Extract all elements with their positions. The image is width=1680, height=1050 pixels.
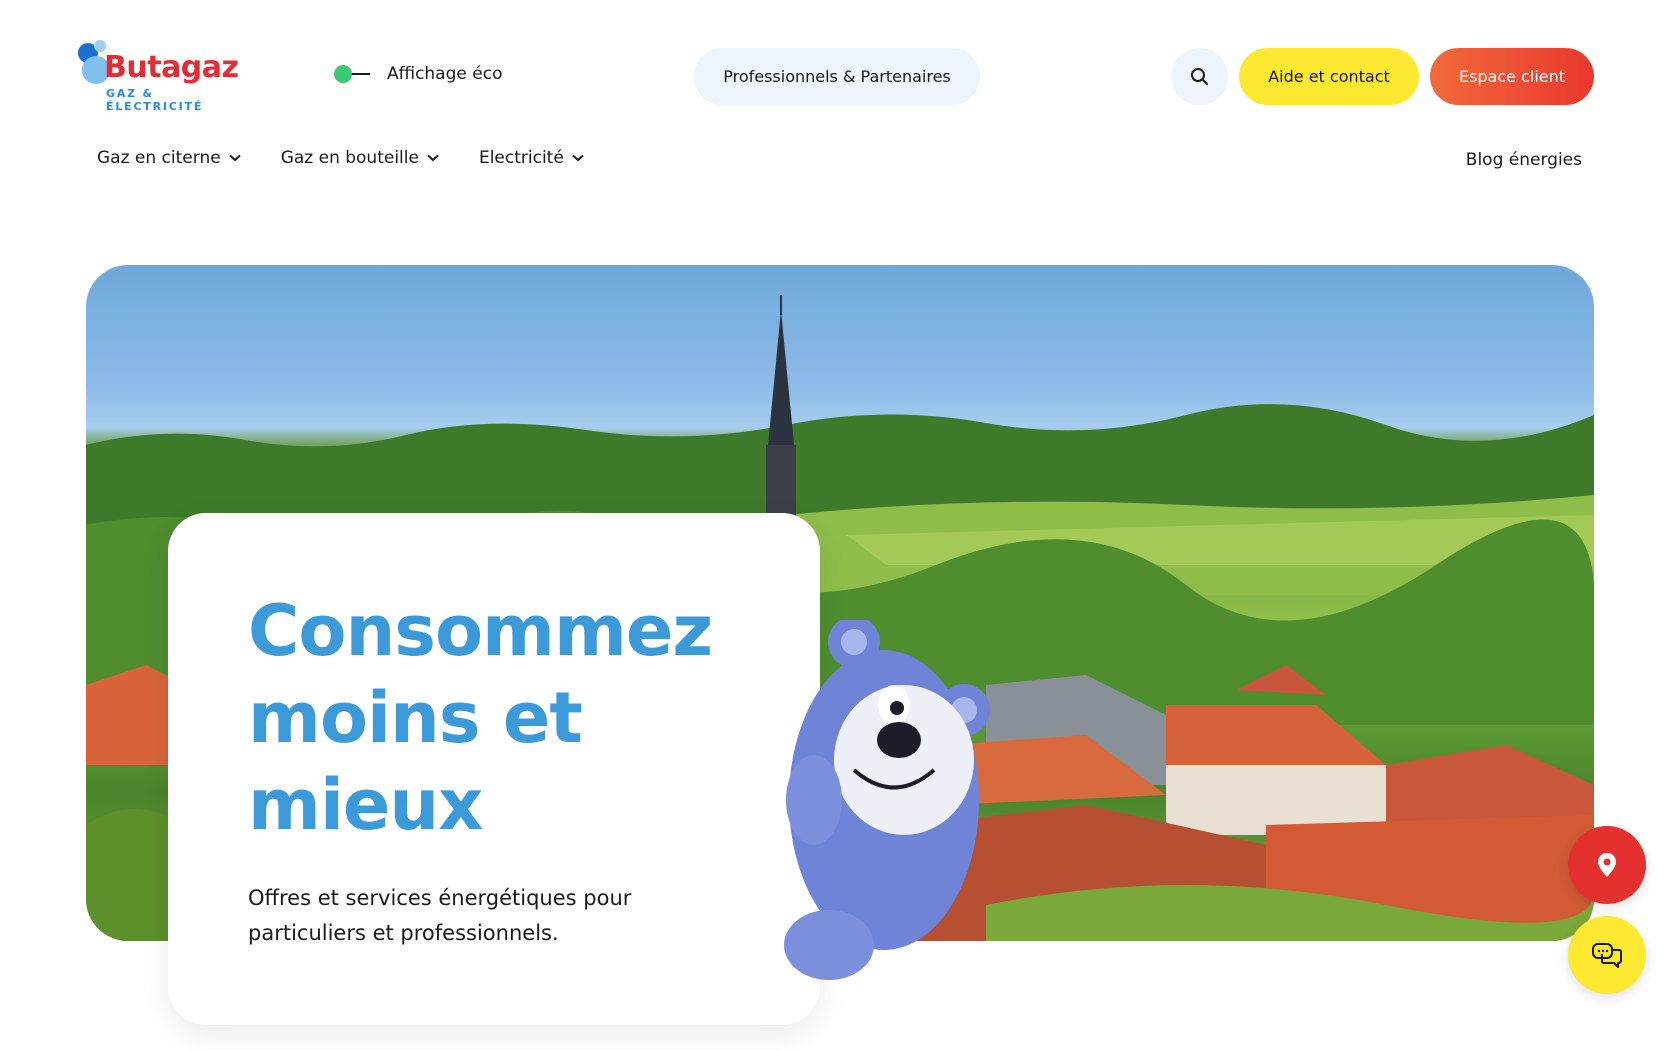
brand-tagline: GAZ & ÉLECTRICITÉ xyxy=(106,87,204,113)
main-nav: Gaz en citerne Gaz en bouteille Electric… xyxy=(97,148,624,168)
hero-subtitle: Offres et services énergétiques pour par… xyxy=(248,886,632,945)
customer-area-button[interactable]: Espace client xyxy=(1430,48,1594,105)
nav-item-label: Electricité xyxy=(478,148,564,168)
chevron-down-icon xyxy=(427,154,439,162)
blog-energies-link[interactable]: Blog énergies xyxy=(1466,150,1582,170)
nav-item-label: Gaz en bouteille xyxy=(280,148,419,168)
chevron-down-icon xyxy=(572,154,584,162)
location-pin-icon xyxy=(1598,853,1616,877)
store-locator-button[interactable] xyxy=(1568,826,1646,904)
nav-item-electricite[interactable]: Electricité xyxy=(479,148,584,168)
help-contact-button[interactable]: Aide et contact xyxy=(1239,48,1419,105)
professionals-partners-button[interactable]: Professionnels & Partenaires xyxy=(694,48,980,105)
search-icon xyxy=(1190,67,1208,85)
chat-button[interactable] xyxy=(1568,916,1646,994)
nav-item-label: Gaz en citerne xyxy=(97,148,221,168)
hero-card: Consommez moins et mieux Offres et servi… xyxy=(168,513,820,1025)
nav-item-gaz-citerne[interactable]: Gaz en citerne xyxy=(97,148,241,168)
hero-title: Consommez moins et mieux xyxy=(248,590,713,846)
eco-display-toggle[interactable]: Affichage éco xyxy=(334,64,502,84)
chevron-down-icon xyxy=(229,154,241,162)
toggle-switch-icon xyxy=(334,65,370,83)
chat-bubbles-icon xyxy=(1592,943,1622,968)
brand-name: Butagaz xyxy=(104,50,239,85)
bear-mascot-illustration xyxy=(784,620,990,980)
eco-toggle-label: Affichage éco xyxy=(387,64,503,84)
nav-item-gaz-bouteille[interactable]: Gaz en bouteille xyxy=(281,148,439,168)
butagaz-logo[interactable]: Butagaz GAZ & ÉLECTRICITÉ xyxy=(76,38,246,113)
page: Butagaz GAZ & ÉLECTRICITÉ Affichage éco … xyxy=(0,0,1680,1050)
search-button[interactable] xyxy=(1171,48,1228,105)
